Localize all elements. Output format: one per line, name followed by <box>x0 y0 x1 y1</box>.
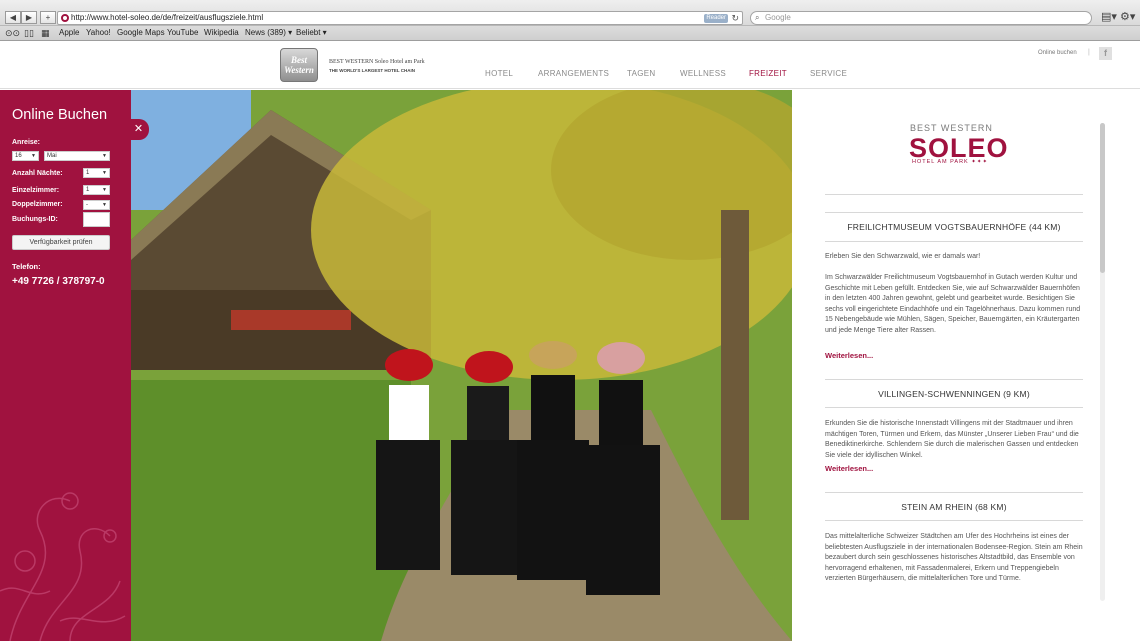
nights-label: Anzahl Nächte: <box>12 170 63 177</box>
divider <box>825 212 1083 213</box>
read-more-link[interactable]: Weiterlesen... <box>825 351 873 360</box>
bookmark-yahoo[interactable]: Yahoo! <box>86 26 111 40</box>
header-separator: | <box>1088 49 1090 56</box>
online-buchen-link[interactable]: Online buchen <box>1038 50 1077 56</box>
divider <box>825 194 1083 195</box>
nav-service[interactable]: SERVICE <box>810 69 847 78</box>
read-more-link[interactable]: Weiterlesen... <box>825 464 873 473</box>
chevron-down-icon: ▼ <box>31 153 36 159</box>
bookmark-google-maps[interactable]: Google Maps <box>117 26 165 40</box>
site-header: Best Western BEST WESTERN Soleo Hotel am… <box>0 41 1140 89</box>
divider <box>825 492 1083 493</box>
arrival-day-value: 16 <box>15 153 22 159</box>
back-button[interactable]: ◀ <box>5 11 21 24</box>
single-room-select[interactable]: 1 ▼ <box>83 185 110 195</box>
bookmark-wikipedia[interactable]: Wikipedia <box>204 26 239 40</box>
hero-photo <box>131 90 792 641</box>
bookmark-news[interactable]: News (389) ▾ <box>245 26 292 40</box>
arrival-month-select[interactable]: Mai ▼ <box>44 151 110 161</box>
section-text: Im Schwarzwälder Freilichtmuseum Vogtsba… <box>825 274 1081 334</box>
page-menu-icon[interactable]: ▤▾ <box>1101 10 1117 23</box>
content-column: BEST WESTERN SOLEO HOTEL AM PARK ✦✦✦ FRE… <box>792 90 1140 641</box>
nights-select[interactable]: 1 ▼ <box>83 168 110 178</box>
nav-tagen[interactable]: TAGEN <box>627 69 655 78</box>
single-room-value: 1 <box>86 187 90 193</box>
booking-panel: Online Buchen Anreise: 16 ▼ Mai ▼ Anzahl… <box>0 90 131 641</box>
settings-gear-icon[interactable]: ⚙▾ <box>1120 10 1135 23</box>
booking-title: Online Buchen <box>12 107 108 123</box>
divider <box>825 379 1083 380</box>
section-intro: Erleben Sie den Schwarzwald, wie er dama… <box>825 253 981 260</box>
browser-toolbar: ◀ ▶ + http://www.hotel-soleo.de/de/freiz… <box>0 0 1140 26</box>
black-forest-costume-scene <box>131 90 792 641</box>
site-favicon-icon <box>61 14 69 22</box>
double-room-label: Doppelzimmer: <box>12 201 63 208</box>
bookmarks-book-icon[interactable]: ▯▯ <box>24 26 34 40</box>
reader-button[interactable]: Reader <box>704 14 728 23</box>
nav-wellness[interactable]: WELLNESS <box>680 69 726 78</box>
chevron-down-icon: ▼ <box>102 187 107 193</box>
arrival-month-value: Mai <box>47 153 57 159</box>
divider <box>825 407 1083 408</box>
search-placeholder: Google <box>765 13 791 22</box>
reload-icon[interactable]: ↻ <box>731 12 739 24</box>
bookmarks-bar: ⊙⊙ ▯▯ ▦ Apple Yahoo! Google Maps YouTube… <box>0 26 1140 41</box>
phone-label: Telefon: <box>12 262 41 271</box>
soleo-logo-top: BEST WESTERN <box>910 123 993 133</box>
arrival-label: Anreise: <box>12 139 41 146</box>
booking-id-input[interactable] <box>83 212 110 227</box>
bookmark-youtube[interactable]: YouTube <box>167 26 198 40</box>
section-text: Erkunden Sie die historische Innenstadt … <box>825 420 1079 459</box>
nights-value: 1 <box>86 170 90 176</box>
address-bar[interactable]: http://www.hotel-soleo.de/de/freizeit/au… <box>57 11 743 25</box>
chevron-down-icon: ▼ <box>102 202 107 208</box>
bookmark-beliebt[interactable]: Beliebt ▾ <box>296 26 327 40</box>
search-icon: ⌕ <box>755 13 760 22</box>
brand-name: BEST WESTERN Soleo Hotel am Park <box>329 59 425 65</box>
divider <box>825 520 1083 521</box>
nav-hotel[interactable]: HOTEL <box>485 69 513 78</box>
check-availability-button[interactable]: Verfügbarkeit prüfen <box>12 235 110 250</box>
chevron-down-icon: ▼ <box>102 170 107 176</box>
booking-id-label: Buchungs-ID: <box>12 216 58 223</box>
reading-list-icon[interactable]: ⊙⊙ <box>5 26 20 40</box>
best-western-logo[interactable]: Best Western <box>280 48 318 82</box>
chevron-down-icon: ▼ <box>102 153 107 159</box>
brand-tagline: THE WORLD'S LARGEST HOTEL CHAIN <box>329 68 415 73</box>
soleo-logo-sub: HOTEL AM PARK ✦✦✦ <box>912 159 989 165</box>
top-sites-grid-icon[interactable]: ▦ <box>41 26 50 40</box>
facebook-icon[interactable]: f <box>1099 47 1112 60</box>
forward-button[interactable]: ▶ <box>21 11 37 24</box>
arrival-day-select[interactable]: 16 ▼ <box>12 151 39 161</box>
divider <box>825 241 1083 242</box>
close-booking-icon[interactable]: ✕ <box>128 119 149 140</box>
nav-arrangements[interactable]: ARRANGEMENTS <box>538 69 609 78</box>
section-title: STEIN AM RHEIN (68 KM) <box>901 502 1007 512</box>
double-room-select[interactable]: - ▼ <box>83 200 110 210</box>
scrollbar-thumb[interactable] <box>1100 123 1105 273</box>
section-title: VILLINGEN-SCHWENNINGEN (9 KM) <box>878 389 1030 399</box>
section-text: Das mittelalterliche Schweizer Städtchen… <box>825 533 1083 582</box>
url-text: http://www.hotel-soleo.de/de/freizeit/au… <box>71 13 264 22</box>
floral-ornament <box>0 492 126 641</box>
nav-freizeit[interactable]: FREIZEIT <box>749 69 787 78</box>
phone-number: +49 7726 / 378797-0 <box>12 276 105 287</box>
bookmark-apple[interactable]: Apple <box>59 26 79 40</box>
single-room-label: Einzelzimmer: <box>12 187 60 194</box>
section-title: FREILICHTMUSEUM VOGTSBAUERNHÖFE (44 KM) <box>847 222 1061 232</box>
add-bookmark-button[interactable]: + <box>40 11 56 24</box>
search-input[interactable]: ⌕ Google <box>750 11 1092 25</box>
double-room-value: - <box>86 202 88 208</box>
